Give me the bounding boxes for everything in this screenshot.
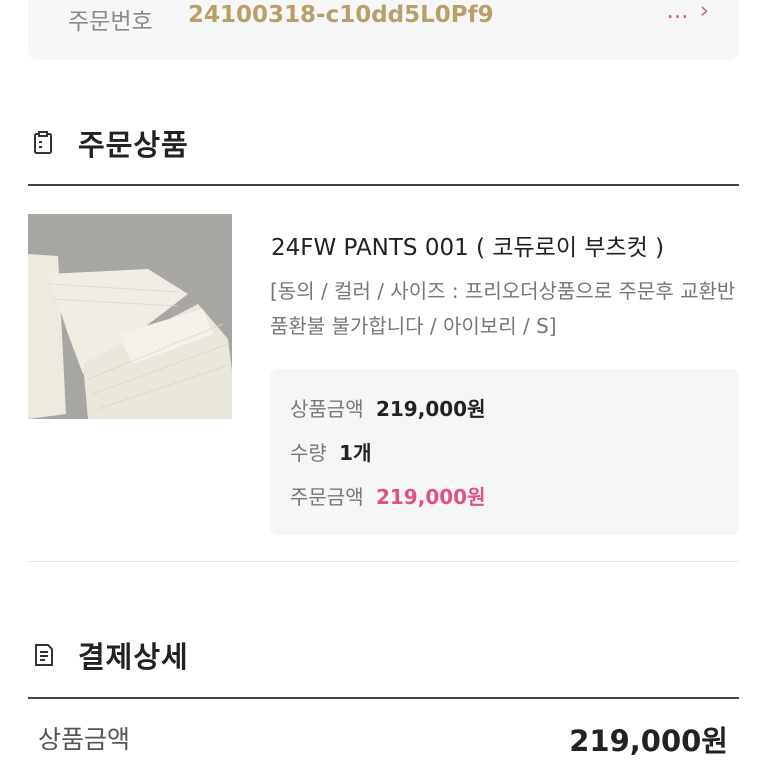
payment-details-divider: [28, 697, 739, 699]
payment-product-amount-value: 219,000원: [569, 724, 728, 758]
quantity-value: 1개: [339, 441, 372, 465]
order-detail-link-label: ...: [666, 0, 689, 24]
ordered-items-title: 주문상품: [78, 128, 189, 162]
product-image[interactable]: [28, 214, 232, 419]
chevron-right-icon: ›: [699, 0, 709, 24]
order-amount-label: 주문금액: [290, 485, 364, 509]
pants-image: [28, 214, 232, 419]
order-number-label: 주문번호: [68, 9, 153, 35]
product-price-label: 상품금액: [290, 397, 364, 421]
order-amount-value: 219,000원: [375, 485, 486, 509]
section-separator: [28, 561, 739, 562]
price-summary-box: 상품금액 219,000원 수량 1개 주문금액 219,000원: [270, 369, 739, 535]
payment-product-amount-label: 상품금액: [38, 725, 131, 754]
product-price-row: 상품금액 219,000원: [290, 393, 485, 422]
ordered-items-header: 주문상품: [32, 122, 189, 164]
payment-details-title: 결제상세: [78, 640, 189, 674]
product-price-value: 219,000원: [375, 397, 486, 421]
order-number-value: 24100318-c10dd5L0Pf9: [188, 2, 494, 28]
ordered-items-divider: [28, 184, 739, 186]
clipboard-icon: [34, 131, 52, 154]
product-options: [동의 / 컬러 / 사이즈 : 프리오더상품으로 주문후 교환반품환불 불가합…: [270, 279, 736, 338]
payment-details-header: 결제상세: [32, 634, 189, 676]
receipt-icon: [35, 644, 53, 666]
quantity-label: 수량: [290, 441, 327, 465]
product-name[interactable]: 24FW PANTS 001 ( 코듀로이 부츠컷 ): [271, 228, 664, 262]
order-amount-row: 주문금액 219,000원: [290, 481, 485, 510]
order-number-box: 주문번호 24100318-c10dd5L0Pf9 ... ›: [28, 0, 739, 60]
quantity-row: 수량 1개: [290, 437, 372, 466]
order-detail-link[interactable]: ... ›: [667, 0, 709, 24]
